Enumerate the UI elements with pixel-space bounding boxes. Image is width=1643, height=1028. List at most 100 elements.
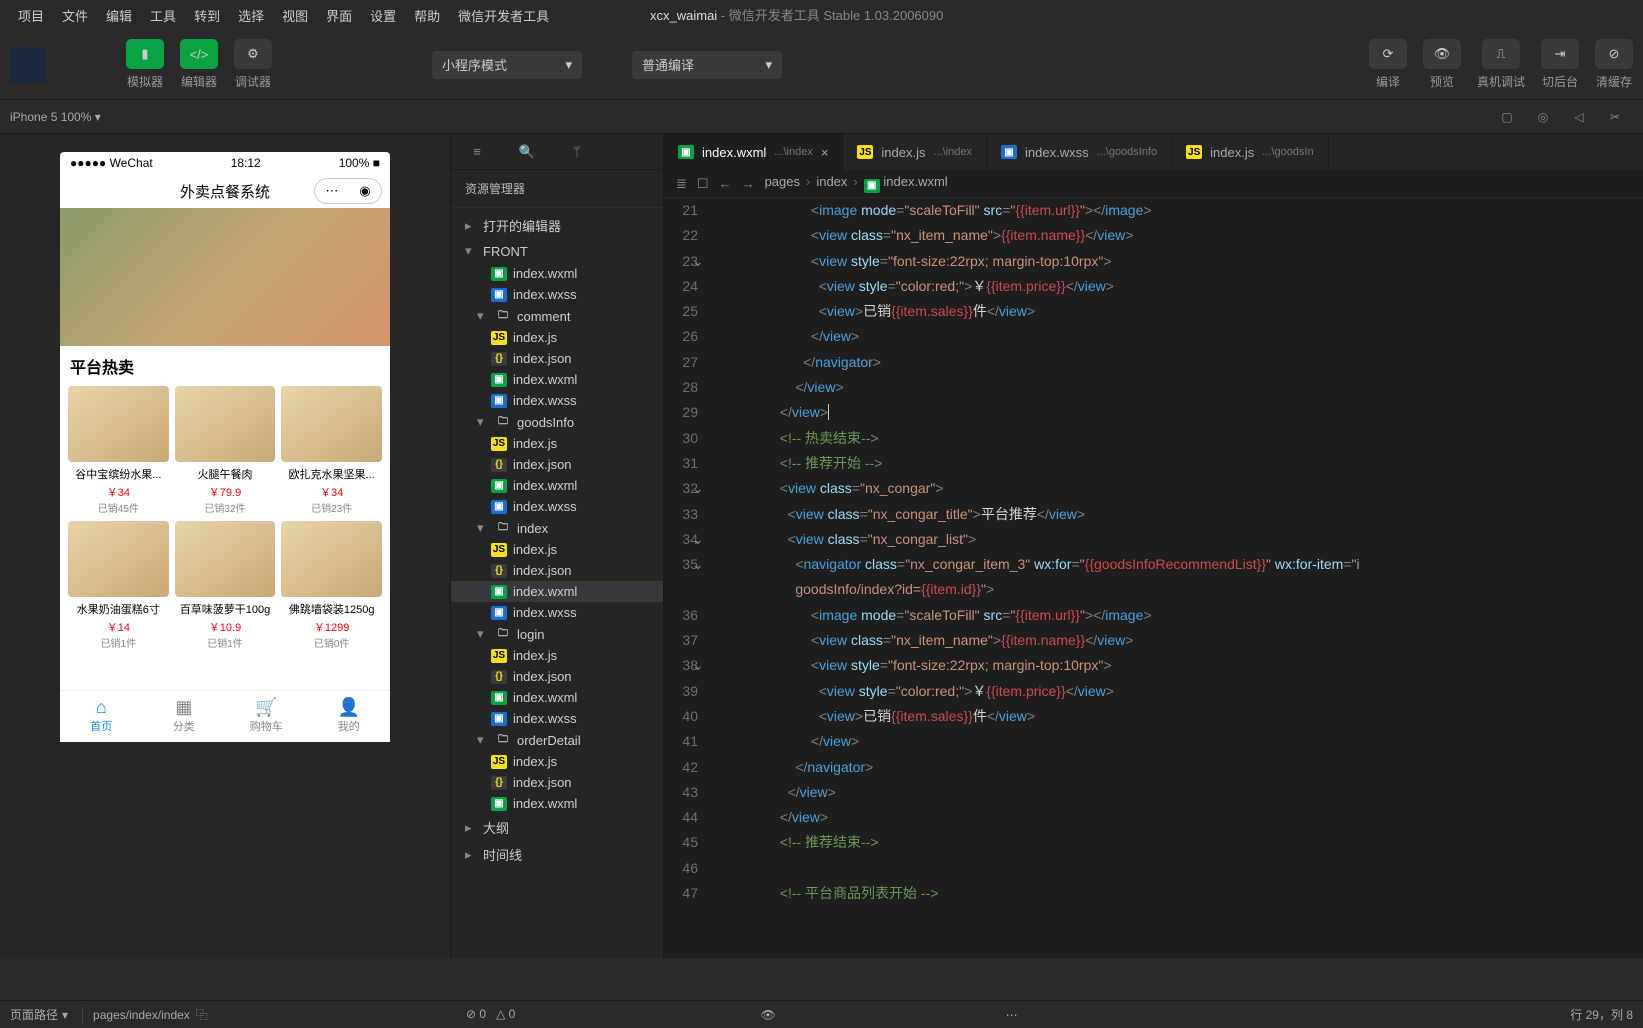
editor-tab[interactable]: JSindex.js...\goodsIn: [1172, 134, 1328, 170]
simulator-button[interactable]: ▮ 模拟器: [126, 39, 164, 90]
tree-item[interactable]: JSindex.js: [451, 645, 663, 666]
tree-item[interactable]: ▣index.wxss: [451, 708, 663, 729]
tree-item[interactable]: ▣index.wxss: [451, 602, 663, 623]
menu-item[interactable]: 微信开发者工具: [450, 2, 557, 29]
menu-item[interactable]: 编辑: [98, 2, 140, 29]
tree-item[interactable]: JSindex.js: [451, 327, 663, 348]
clear-cache-button[interactable]: ⊘清缓存: [1595, 39, 1633, 90]
menu-item[interactable]: 设置: [362, 2, 404, 29]
rotate-icon[interactable]: ◎: [1531, 105, 1555, 129]
phone-tab[interactable]: 👤我的: [308, 691, 391, 742]
tree-item[interactable]: ▣index.wxss: [451, 390, 663, 411]
compile-button[interactable]: ⟳编译: [1369, 39, 1407, 90]
tree-item[interactable]: JSindex.js: [451, 539, 663, 560]
menu-item[interactable]: 文件: [54, 2, 96, 29]
product-card[interactable]: 水果奶油蛋糕6寸￥14已销1件: [68, 521, 169, 650]
product-card[interactable]: 火腿午餐肉￥79.9已销32件: [175, 386, 276, 515]
device-icon: ⎍: [1482, 39, 1520, 69]
editor-tab[interactable]: ▣index.wxss...\goodsInfo: [987, 134, 1172, 170]
phone-tab[interactable]: ⌂首页: [60, 691, 143, 742]
mode-dropdown[interactable]: 小程序模式▾: [432, 51, 582, 79]
tree-item[interactable]: ▾🗀goodsInfo: [451, 411, 663, 433]
list-icon[interactable]: ≡: [465, 140, 489, 164]
status-bar: 页面路径 ▾ pages/index/index ⿻ 👁 ⋯ 行 29，列 8: [0, 1000, 1643, 1028]
menu-item[interactable]: 视图: [274, 2, 316, 29]
preview-toggle[interactable]: 👁: [760, 1008, 775, 1022]
menu-item[interactable]: 界面: [318, 2, 360, 29]
phone-frame: ●●●●● WeChat 18:12 100% ■ 外卖点餐系统 ⋯◉ 平台热卖…: [60, 152, 390, 742]
menu-item[interactable]: 帮助: [406, 2, 448, 29]
bookmark-icon[interactable]: ☐: [697, 176, 709, 192]
tree-item[interactable]: ▸打开的编辑器: [451, 212, 663, 239]
tree-item[interactable]: JSindex.js: [451, 751, 663, 772]
menu-item[interactable]: 选择: [230, 2, 272, 29]
tree-item[interactable]: {}index.json: [451, 560, 663, 581]
phone-page-title: 外卖点餐系统: [180, 181, 270, 202]
switch-icon: ⇥: [1541, 39, 1579, 69]
tree-item[interactable]: {}index.json: [451, 666, 663, 687]
search-icon[interactable]: 🔍: [515, 140, 539, 164]
toolbar: ▮ 模拟器 </> 编辑器 ⚙ 调试器 小程序模式▾ 普通编译▾ ⟳编译 👁预览…: [0, 30, 1643, 100]
tree-item[interactable]: ▣index.wxss: [451, 284, 663, 305]
avatar[interactable]: [10, 47, 46, 83]
product-card[interactable]: 百草味菠萝干100g￥10.9已销1件: [175, 521, 276, 650]
menu-item[interactable]: 工具: [142, 2, 184, 29]
product-card[interactable]: 欧扎克水果坚果...￥34已销23件: [281, 386, 382, 515]
tree-item[interactable]: ▾FRONT: [451, 239, 663, 263]
bug-icon: ⚙: [234, 39, 272, 69]
outline-icon[interactable]: ≣: [676, 176, 687, 192]
tree-item[interactable]: ▾🗀orderDetail: [451, 729, 663, 751]
cut-icon[interactable]: ✂: [1603, 105, 1627, 129]
tree-item[interactable]: ▾🗀comment: [451, 305, 663, 327]
tree-item[interactable]: ▣index.wxml: [451, 475, 663, 496]
nav-back-icon[interactable]: ←: [719, 176, 732, 191]
close-icon[interactable]: ×: [821, 145, 829, 160]
errors-badge[interactable]: ⊘ 0: [466, 1007, 486, 1021]
breadcrumb: ≣ ☐ ← → pages›index›▣ index.wxml: [664, 170, 1643, 198]
copy-icon[interactable]: ⿻: [196, 1006, 208, 1023]
device-selector[interactable]: iPhone 5 100% ▾: [10, 110, 101, 124]
phone-tab[interactable]: 🛒购物车: [225, 691, 308, 742]
menu-item[interactable]: 转到: [186, 2, 228, 29]
tree-item[interactable]: ▣index.wxml: [451, 581, 663, 602]
preview-button[interactable]: 👁预览: [1423, 39, 1461, 90]
debugger-button[interactable]: ⚙ 调试器: [234, 39, 272, 90]
clear-icon: ⊘: [1595, 39, 1633, 69]
tree-item[interactable]: ▸大纲: [451, 814, 663, 841]
tree-item[interactable]: JSindex.js: [451, 433, 663, 454]
phone-tab[interactable]: ▦分类: [143, 691, 226, 742]
tree-item[interactable]: ▣index.wxml: [451, 793, 663, 814]
remote-debug-button[interactable]: ⎍真机调试: [1477, 39, 1525, 90]
capsule-button[interactable]: ⋯◉: [314, 178, 382, 204]
device-icon[interactable]: ▢: [1495, 105, 1519, 129]
editor-tab[interactable]: JSindex.js...\index: [843, 134, 987, 170]
page-path-label: 页面路径: [10, 1006, 58, 1023]
tree-item[interactable]: ▾🗀index: [451, 517, 663, 539]
explorer-panel: ≡ 🔍 ᛘ 资源管理器 ▸打开的编辑器▾FRONT▣index.wxml▣ind…: [450, 134, 664, 958]
tree-item[interactable]: ▣index.wxss: [451, 496, 663, 517]
branch-icon[interactable]: ᛘ: [565, 140, 589, 164]
tree-item[interactable]: {}index.json: [451, 454, 663, 475]
menu-item[interactable]: 项目: [10, 2, 52, 29]
more-icon[interactable]: ⋯: [1006, 1008, 1018, 1022]
tree-item[interactable]: ▣index.wxml: [451, 263, 663, 284]
compile-mode-dropdown[interactable]: 普通编译▾: [632, 51, 782, 79]
tree-item[interactable]: ▸时间线: [451, 841, 663, 868]
tree-item[interactable]: ▾🗀login: [451, 623, 663, 645]
warnings-badge[interactable]: △ 0: [496, 1007, 515, 1021]
tree-item[interactable]: {}index.json: [451, 772, 663, 793]
product-card[interactable]: 谷中宝缤纷水果...￥34已销45件: [68, 386, 169, 515]
code-editor[interactable]: 2122232425262728293031323334353637383940…: [664, 198, 1643, 958]
tree-item[interactable]: {}index.json: [451, 348, 663, 369]
tree-item[interactable]: ▣index.wxml: [451, 687, 663, 708]
nav-forward-icon[interactable]: →: [742, 176, 755, 191]
editor-tab[interactable]: ▣index.wxml...\index×: [664, 134, 843, 170]
mute-icon[interactable]: ◁: [1567, 105, 1591, 129]
page-path-value[interactable]: pages/index/index: [93, 1008, 190, 1022]
background-button[interactable]: ⇥切后台: [1541, 39, 1579, 90]
cursor-position[interactable]: 行 29，列 8: [1570, 1006, 1633, 1023]
editor-button[interactable]: </> 编辑器: [180, 39, 218, 90]
product-card[interactable]: 佛跳墙袋装1250g￥1299已销0件: [281, 521, 382, 650]
banner-image[interactable]: [60, 208, 390, 346]
tree-item[interactable]: ▣index.wxml: [451, 369, 663, 390]
